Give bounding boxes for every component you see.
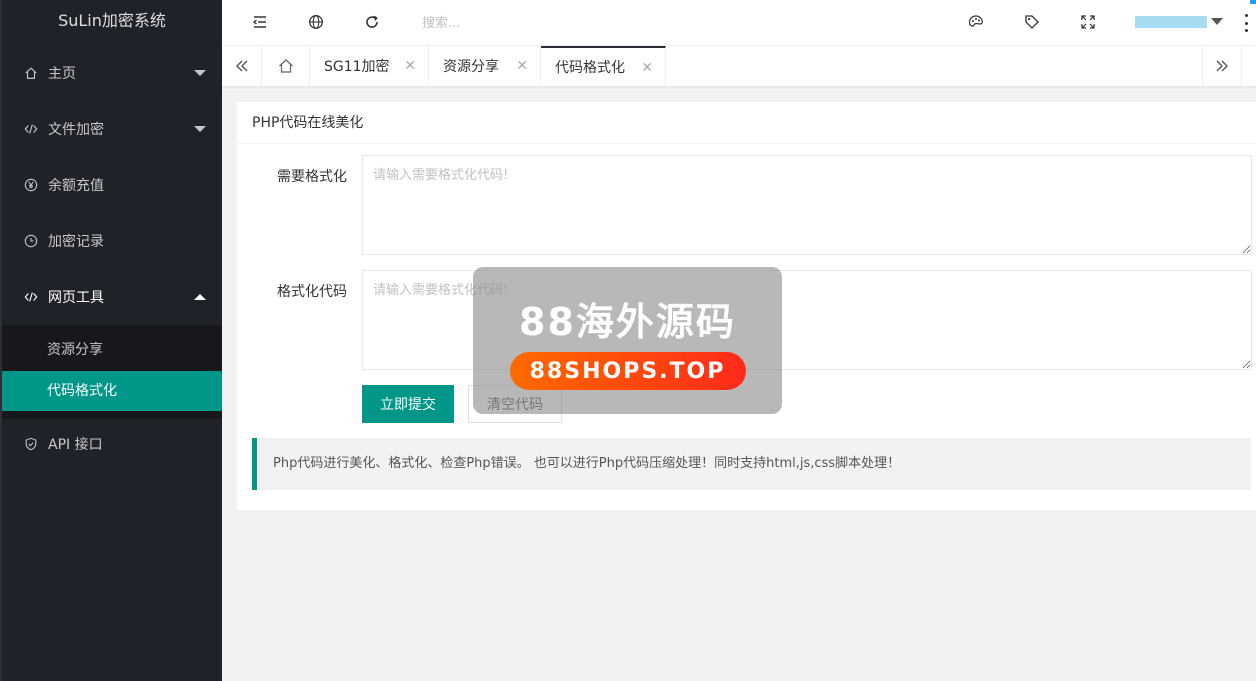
code-icon [22, 288, 40, 306]
sidebar-subitem-resources[interactable]: 资源分享 [2, 325, 222, 371]
watermark-title: 88海外源码 [519, 300, 736, 344]
sidebar-item-file-encrypt[interactable]: 文件加密 [2, 101, 222, 157]
info-note: Php代码进行美化、格式化、检查Php错误。 也可以进行Php代码压缩处理！同时… [252, 438, 1251, 490]
home-icon [278, 59, 293, 73]
search-input[interactable] [422, 12, 642, 34]
menu-fold-icon[interactable] [250, 12, 270, 32]
code-icon [22, 120, 40, 138]
refresh-icon[interactable] [362, 12, 382, 32]
chevron-up-icon [194, 294, 206, 300]
sidebar-item-label: API 接口 [48, 437, 103, 453]
chevron-down-icon [194, 126, 206, 132]
watermark-overlay: 88海外源码 88SHOPS.TOP [473, 267, 782, 414]
chevron-down-icon[interactable] [1211, 18, 1223, 25]
sidebar-item-label: 网页工具 [48, 290, 104, 306]
chevron-down-icon [194, 70, 206, 76]
tab-sg11[interactable]: SG11加密 ✕ [310, 46, 429, 86]
source-code-input[interactable] [362, 155, 1252, 255]
close-icon[interactable]: ✕ [516, 58, 528, 74]
fullscreen-icon[interactable] [1078, 12, 1098, 32]
double-chevron-left-icon [235, 60, 247, 72]
sidebar-subitem-code-format[interactable]: 代码格式化 [2, 371, 222, 411]
tab-label: SG11加密 [324, 59, 390, 75]
tag-icon[interactable] [1022, 12, 1042, 32]
sidebar: SuLin加密系统 主页 文件加密 余额充值 加密记录 网页工具 资源分享 代码… [0, 0, 222, 681]
page-tabs: SG11加密 ✕ 资源分享 ✕ 代码格式化 ✕ [222, 46, 1256, 87]
globe-icon[interactable] [306, 12, 326, 32]
watermark-domain: 88SHOPS.TOP [509, 352, 746, 390]
user-name[interactable] [1135, 16, 1207, 28]
sidebar-item-label: 主页 [48, 66, 76, 82]
sidebar-item-web-tools[interactable]: 网页工具 [2, 269, 222, 325]
yen-icon [22, 176, 40, 194]
clock-icon [22, 232, 40, 250]
shield-icon [22, 435, 40, 453]
tab-code-format[interactable]: 代码格式化 ✕ [541, 46, 666, 86]
sidebar-item-records[interactable]: 加密记录 [2, 213, 222, 269]
submit-button[interactable]: 立即提交 [362, 385, 454, 423]
sidebar-item-label: 余额充值 [48, 178, 104, 194]
source-code-label: 需要格式化 [277, 169, 347, 185]
tab-label: 代码格式化 [555, 60, 625, 76]
tab-home[interactable] [262, 46, 310, 86]
notification-accent [1250, 0, 1256, 4]
close-icon[interactable]: ✕ [641, 60, 653, 76]
sidebar-item-api[interactable]: API 接口 [2, 419, 222, 469]
tab-label: 资源分享 [443, 59, 499, 75]
home-icon [22, 64, 40, 82]
tabs-next-button[interactable] [1202, 46, 1242, 86]
tab-resources[interactable]: 资源分享 ✕ [429, 46, 541, 86]
sidebar-item-label: 文件加密 [48, 122, 104, 138]
top-header [222, 0, 1256, 46]
app-logo: SuLin加密系统 [58, 11, 166, 30]
more-vertical-icon[interactable] [1245, 14, 1249, 32]
close-icon[interactable]: ✕ [404, 58, 416, 74]
sidebar-item-recharge[interactable]: 余额充值 [2, 157, 222, 213]
sidebar-subnav: 资源分享 代码格式化 [2, 325, 222, 419]
tabs-prev-button[interactable] [222, 46, 262, 86]
formatted-code-label: 格式化代码 [277, 284, 347, 300]
double-chevron-right-icon [1216, 60, 1228, 72]
sidebar-item-label: 加密记录 [48, 234, 104, 250]
sidebar-item-home[interactable]: 主页 [2, 45, 222, 101]
palette-icon[interactable] [966, 12, 986, 32]
card-title: PHP代码在线美化 [237, 102, 1256, 144]
